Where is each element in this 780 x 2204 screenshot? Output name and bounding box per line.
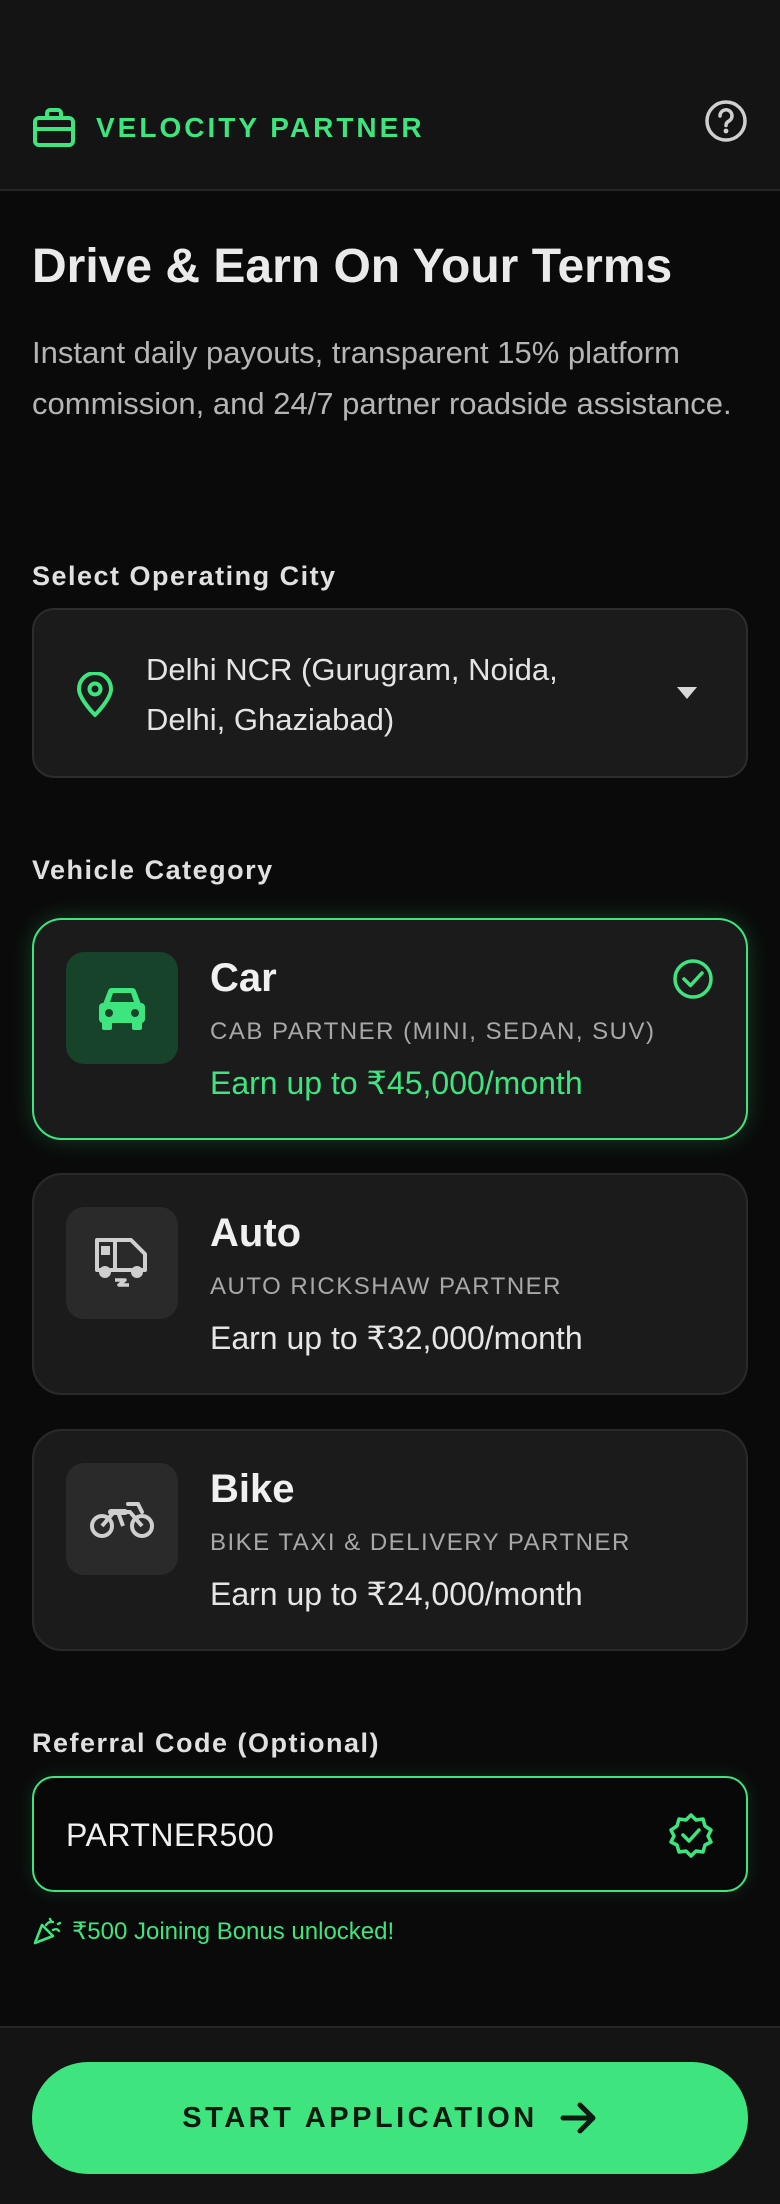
city-label: Select Operating City bbox=[32, 561, 337, 591]
app-header: VELOCITY PARTNER bbox=[0, 0, 780, 191]
city-selected-value: Delhi NCR (Gurugram, Noida, Delhi, Ghazi… bbox=[146, 652, 558, 737]
vehicle-name: Car bbox=[210, 956, 277, 1000]
app-root: VELOCITY PARTNER Drive & Earn On Your Te… bbox=[0, 0, 780, 2204]
vehicle-subtitle: AUTO RICKSHAW PARTNER bbox=[210, 1273, 562, 1300]
page-subtitle: Instant daily payouts, transparent 15% p… bbox=[32, 335, 732, 421]
vehicle-name: Bike bbox=[210, 1467, 295, 1511]
brand: VELOCITY PARTNER bbox=[32, 106, 425, 150]
check-circle-icon bbox=[673, 959, 713, 999]
vehicle-subtitle: BIKE TAXI & DELIVERY PARTNER bbox=[210, 1529, 631, 1556]
car-icon bbox=[99, 987, 145, 1030]
referral-field bbox=[32, 1776, 748, 1892]
brand-name: VELOCITY PARTNER bbox=[96, 112, 425, 143]
briefcase-icon bbox=[33, 108, 75, 147]
vehicle-icon-box bbox=[66, 952, 178, 1064]
referral-label: Referral Code (Optional) bbox=[32, 1728, 381, 1758]
vehicle-category-label: Vehicle Category bbox=[32, 855, 274, 885]
vehicle-earning: Earn up to ₹45,000/month bbox=[210, 1065, 583, 1101]
action-footer: START APPLICATION bbox=[0, 2026, 780, 2204]
vehicle-option-auto[interactable]: Auto AUTO RICKSHAW PARTNER Earn up to ₹3… bbox=[32, 1173, 748, 1395]
vehicle-earning: Earn up to ₹24,000/month bbox=[210, 1576, 583, 1612]
party-popper-icon bbox=[33, 1917, 62, 1945]
auto-rickshaw-icon bbox=[95, 1238, 147, 1287]
referral-bonus-text: ₹500 Joining Bonus unlocked! bbox=[72, 1917, 395, 1945]
arrow-right-icon bbox=[560, 2102, 596, 2134]
vehicle-icon-box bbox=[66, 1207, 178, 1319]
verified-badge-icon bbox=[669, 1813, 713, 1858]
vehicle-earning: Earn up to ₹32,000/month bbox=[210, 1320, 583, 1356]
vehicle-option-bike[interactable]: Bike BIKE TAXI & DELIVERY PARTNER Earn u… bbox=[32, 1429, 748, 1651]
map-pin-icon bbox=[77, 672, 113, 717]
vehicle-name: Auto bbox=[210, 1211, 302, 1255]
referral-code-input[interactable] bbox=[66, 1808, 626, 1862]
start-application-label: START APPLICATION bbox=[182, 2101, 538, 2134]
motorbike-icon bbox=[90, 1502, 154, 1538]
city-select[interactable]: Delhi NCR (Gurugram, Noida, Delhi, Ghazi… bbox=[32, 608, 748, 778]
vehicle-icon-box bbox=[66, 1463, 178, 1575]
vehicle-subtitle: CAB PARTNER (MINI, SEDAN, SUV) bbox=[210, 1018, 656, 1045]
start-application-button[interactable]: START APPLICATION bbox=[32, 2062, 748, 2174]
help-circle-icon[interactable] bbox=[704, 99, 748, 143]
page-title: Drive & Earn On Your Terms bbox=[32, 240, 673, 293]
chevron-down-icon bbox=[677, 687, 697, 699]
vehicle-option-car[interactable]: Car CAB PARTNER (MINI, SEDAN, SUV) Earn … bbox=[32, 918, 748, 1140]
referral-bonus-message: ₹500 Joining Bonus unlocked! bbox=[32, 1916, 394, 1946]
